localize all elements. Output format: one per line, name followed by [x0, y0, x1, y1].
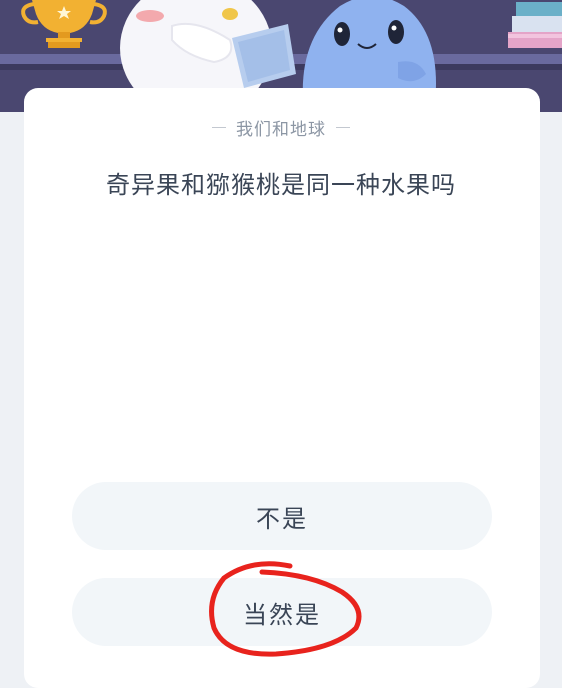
- question-text: 奇异果和猕猴桃是同一种水果吗: [106, 171, 456, 199]
- answer-option-label: 不是: [256, 504, 308, 533]
- answer-option-no[interactable]: 不是: [72, 482, 492, 550]
- trophy-icon: [21, 0, 107, 48]
- books-icon: [508, 2, 562, 48]
- divider: [336, 126, 350, 128]
- answer-option-yes[interactable]: 当然是: [72, 578, 492, 646]
- category-label: 我们和地球: [236, 119, 326, 140]
- divider: [212, 126, 226, 128]
- answer-option-label: 当然是: [243, 600, 321, 629]
- category-row: 我们和地球: [0, 114, 562, 140]
